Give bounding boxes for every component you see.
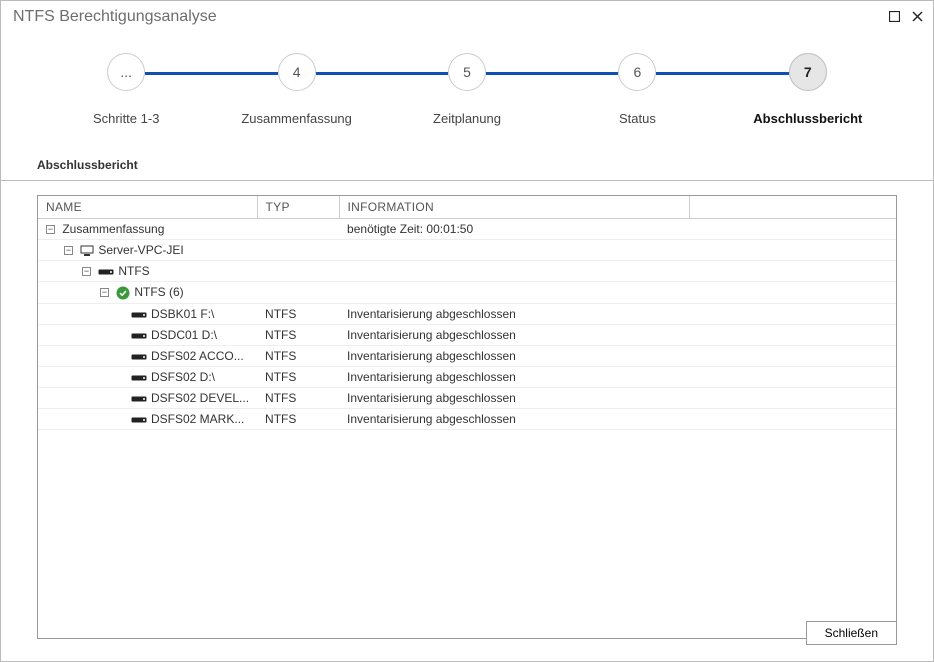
row-label: DSFS02 DEVEL...: [151, 391, 249, 405]
row-ntfs[interactable]: − NTFS: [38, 261, 896, 282]
row-drive-4[interactable]: DSFS02 DEVEL...NTFSInventarisierung abge…: [38, 387, 896, 408]
wizard-step-3[interactable]: 6 Status: [552, 53, 722, 126]
report-table: NAME TYP INFORMATION − Zusammenfassungbe…: [38, 196, 896, 430]
row-label: Zusammenfassung: [62, 222, 164, 236]
close-icon[interactable]: [912, 10, 923, 25]
wizard-step-2[interactable]: 5 Zeitplanung: [382, 53, 552, 126]
wizard-step-1[interactable]: 4 Zusammenfassung: [211, 53, 381, 126]
row-drive-0[interactable]: DSBK01 F:\NTFSInventarisierung abgeschlo…: [38, 303, 896, 324]
step-circle: 7: [789, 53, 827, 91]
titlebar: NTFS Berechtigungsanalyse: [1, 1, 933, 33]
row-label: DSBK01 F:\: [151, 307, 214, 321]
col-spacer: [689, 196, 896, 219]
expander-icon[interactable]: −: [46, 225, 55, 234]
row-label: Server-VPC-JEI: [98, 243, 183, 257]
row-drive-5[interactable]: DSFS02 MARK...NTFSInventarisierung abges…: [38, 408, 896, 429]
close-button[interactable]: Schließen: [806, 621, 897, 645]
section-title: Abschlussbericht: [1, 152, 933, 181]
row-label: NTFS (6): [134, 285, 183, 299]
disk-icon: [131, 310, 147, 320]
row-ntfs-group[interactable]: − NTFS (6): [38, 282, 896, 304]
expander-icon[interactable]: −: [82, 267, 91, 276]
table-header-row: NAME TYP INFORMATION: [38, 196, 896, 219]
expander-icon[interactable]: −: [64, 246, 73, 255]
success-icon: [116, 286, 130, 300]
server-icon: [80, 245, 94, 257]
step-label: Status: [619, 111, 656, 126]
step-label: Zeitplanung: [433, 111, 501, 126]
row-summary[interactable]: − Zusammenfassungbenötigte Zeit: 00:01:5…: [38, 219, 896, 240]
dialog-footer: Schließen: [806, 621, 897, 645]
expander-icon[interactable]: −: [100, 288, 109, 297]
row-label: DSFS02 MARK...: [151, 412, 244, 426]
disk-icon: [131, 415, 147, 425]
disk-icon: [131, 331, 147, 341]
report-grid[interactable]: NAME TYP INFORMATION − Zusammenfassungbe…: [37, 195, 897, 639]
row-drive-3[interactable]: DSFS02 D:\NTFSInventarisierung abgeschlo…: [38, 366, 896, 387]
row-label: DSFS02 D:\: [151, 370, 215, 384]
step-circle: ...: [107, 53, 145, 91]
row-label: NTFS: [118, 264, 149, 278]
row-drive-1[interactable]: DSDC01 D:\NTFSInventarisierung abgeschlo…: [38, 324, 896, 345]
step-circle: 6: [618, 53, 656, 91]
col-type[interactable]: TYP: [257, 196, 339, 219]
row-label: DSFS02 ACCO...: [151, 349, 244, 363]
step-circle: 5: [448, 53, 486, 91]
disk-icon: [131, 394, 147, 404]
step-label: Abschlussbericht: [753, 111, 862, 126]
disk-icon: [131, 373, 147, 383]
window-title: NTFS Berechtigungsanalyse: [13, 8, 217, 26]
maximize-icon[interactable]: [889, 10, 900, 25]
wizard-stepper: ... Schritte 1-3 4 Zusammenfassung 5 Zeitplan…: [1, 33, 933, 134]
col-name[interactable]: NAME: [38, 196, 257, 219]
disk-icon: [98, 267, 114, 277]
step-label: Zusammenfassung: [241, 111, 352, 126]
window-controls: [889, 10, 923, 25]
row-server[interactable]: − Server-VPC-JEI: [38, 240, 896, 261]
row-label: DSDC01 D:\: [151, 328, 217, 342]
disk-icon: [131, 352, 147, 362]
step-label: Schritte 1-3: [93, 111, 159, 126]
row-drive-2[interactable]: DSFS02 ACCO...NTFSInventarisierung abges…: [38, 345, 896, 366]
wizard-step-4[interactable]: 7 Abschlussbericht: [723, 53, 893, 126]
col-info[interactable]: INFORMATION: [339, 196, 689, 219]
wizard-step-0[interactable]: ... Schritte 1-3: [41, 53, 211, 126]
step-circle: 4: [278, 53, 316, 91]
